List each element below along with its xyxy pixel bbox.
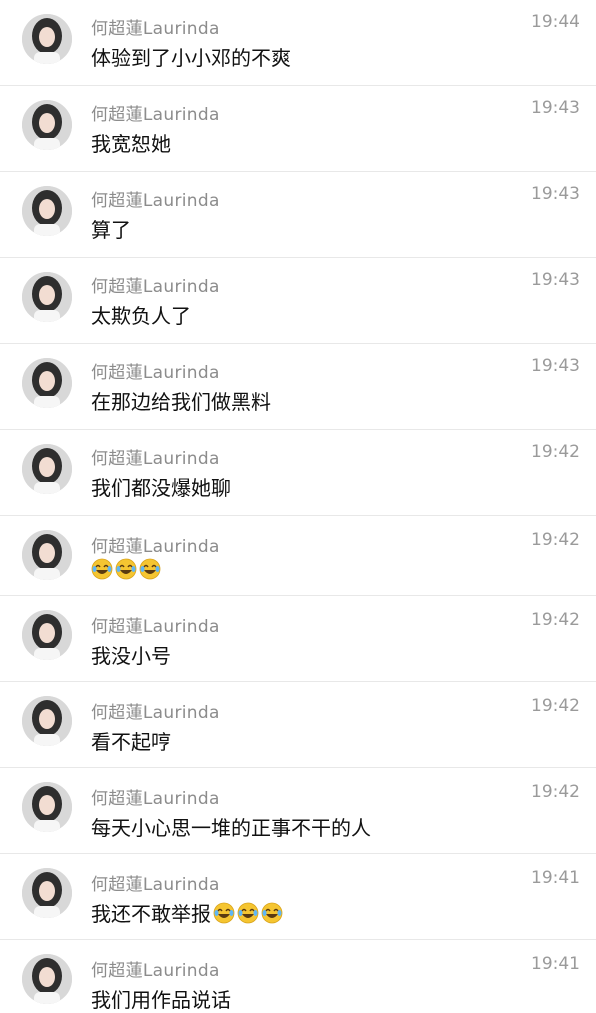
avatar[interactable]	[22, 696, 72, 746]
laughing-crying-emoji	[91, 558, 113, 580]
message-row[interactable]: 何超蓮Laurinda 19:42 每天小心思一堆的正事不干的人	[0, 768, 596, 854]
avatar[interactable]	[22, 14, 72, 64]
message-time: 19:44	[531, 12, 580, 32]
sender-name: 何超蓮Laurinda	[91, 363, 220, 383]
message-text: 每天小心思一堆的正事不干的人	[91, 816, 371, 840]
message-text: 我们都没爆她聊	[91, 476, 231, 500]
message-list: 何超蓮Laurinda 19:44 体验到了小小邓的不爽 何超蓮Laurinda…	[0, 0, 596, 1012]
avatar[interactable]	[22, 358, 72, 408]
sender-name: 何超蓮Laurinda	[91, 537, 220, 557]
avatar[interactable]	[22, 782, 72, 832]
message-row[interactable]: 何超蓮Laurinda 19:42 我们都没爆她聊	[0, 430, 596, 516]
laughing-crying-emoji	[261, 902, 283, 923]
avatar[interactable]	[22, 868, 72, 918]
laughing-crying-emoji	[213, 902, 235, 923]
message-text: 看不起哼	[91, 730, 171, 754]
message-time: 19:42	[531, 442, 580, 462]
sender-name: 何超蓮Laurinda	[91, 277, 220, 297]
message-row[interactable]: 何超蓮Laurinda 19:44 体验到了小小邓的不爽	[0, 0, 596, 86]
avatar[interactable]	[22, 610, 72, 660]
laughing-crying-emoji	[237, 902, 259, 923]
message-row[interactable]: 何超蓮Laurinda 19:43 算了	[0, 172, 596, 258]
sender-name: 何超蓮Laurinda	[91, 789, 220, 809]
message-text: 我没小号	[91, 644, 171, 668]
message-time: 19:43	[531, 98, 580, 118]
message-time: 19:43	[531, 184, 580, 204]
message-text: 在那边给我们做黑料	[91, 390, 271, 414]
message-row[interactable]: 何超蓮Laurinda 19:43 在那边给我们做黑料	[0, 344, 596, 430]
laughing-crying-emoji	[139, 558, 161, 580]
message-time: 19:42	[531, 610, 580, 630]
sender-name: 何超蓮Laurinda	[91, 875, 220, 895]
message-time: 19:43	[531, 356, 580, 376]
laughing-crying-emoji	[115, 558, 137, 580]
avatar[interactable]	[22, 954, 72, 1004]
sender-name: 何超蓮Laurinda	[91, 617, 220, 637]
message-time: 19:41	[531, 954, 580, 974]
message-time: 19:41	[531, 868, 580, 888]
sender-name: 何超蓮Laurinda	[91, 449, 220, 469]
avatar[interactable]	[22, 100, 72, 150]
avatar[interactable]	[22, 444, 72, 494]
sender-name: 何超蓮Laurinda	[91, 703, 220, 723]
message-row[interactable]: 何超蓮Laurinda 19:43 太欺负人了	[0, 258, 596, 344]
message-text: 我们用作品说话	[91, 988, 231, 1012]
message-text: 体验到了小小邓的不爽	[91, 46, 291, 70]
message-time: 19:43	[531, 270, 580, 290]
message-text: 我还不敢举报	[91, 898, 283, 927]
avatar[interactable]	[22, 272, 72, 322]
avatar[interactable]	[22, 530, 72, 580]
message-time: 19:42	[531, 782, 580, 802]
message-time: 19:42	[531, 696, 580, 716]
message-row[interactable]: 何超蓮Laurinda 19:41 我还不敢举报	[0, 854, 596, 940]
message-text	[91, 558, 161, 580]
message-row[interactable]: 何超蓮Laurinda 19:42	[0, 516, 596, 596]
sender-name: 何超蓮Laurinda	[91, 105, 220, 125]
sender-name: 何超蓮Laurinda	[91, 191, 220, 211]
sender-name: 何超蓮Laurinda	[91, 961, 220, 981]
message-text: 算了	[91, 218, 131, 242]
message-row[interactable]: 何超蓮Laurinda 19:42 看不起哼	[0, 682, 596, 768]
message-row[interactable]: 何超蓮Laurinda 19:42 我没小号	[0, 596, 596, 682]
message-time: 19:42	[531, 530, 580, 550]
avatar[interactable]	[22, 186, 72, 236]
sender-name: 何超蓮Laurinda	[91, 19, 220, 39]
message-row[interactable]: 何超蓮Laurinda 19:43 我宽恕她	[0, 86, 596, 172]
message-text: 我宽恕她	[91, 132, 171, 156]
message-text: 太欺负人了	[91, 304, 191, 328]
message-row[interactable]: 何超蓮Laurinda 19:41 我们用作品说话	[0, 940, 596, 1012]
